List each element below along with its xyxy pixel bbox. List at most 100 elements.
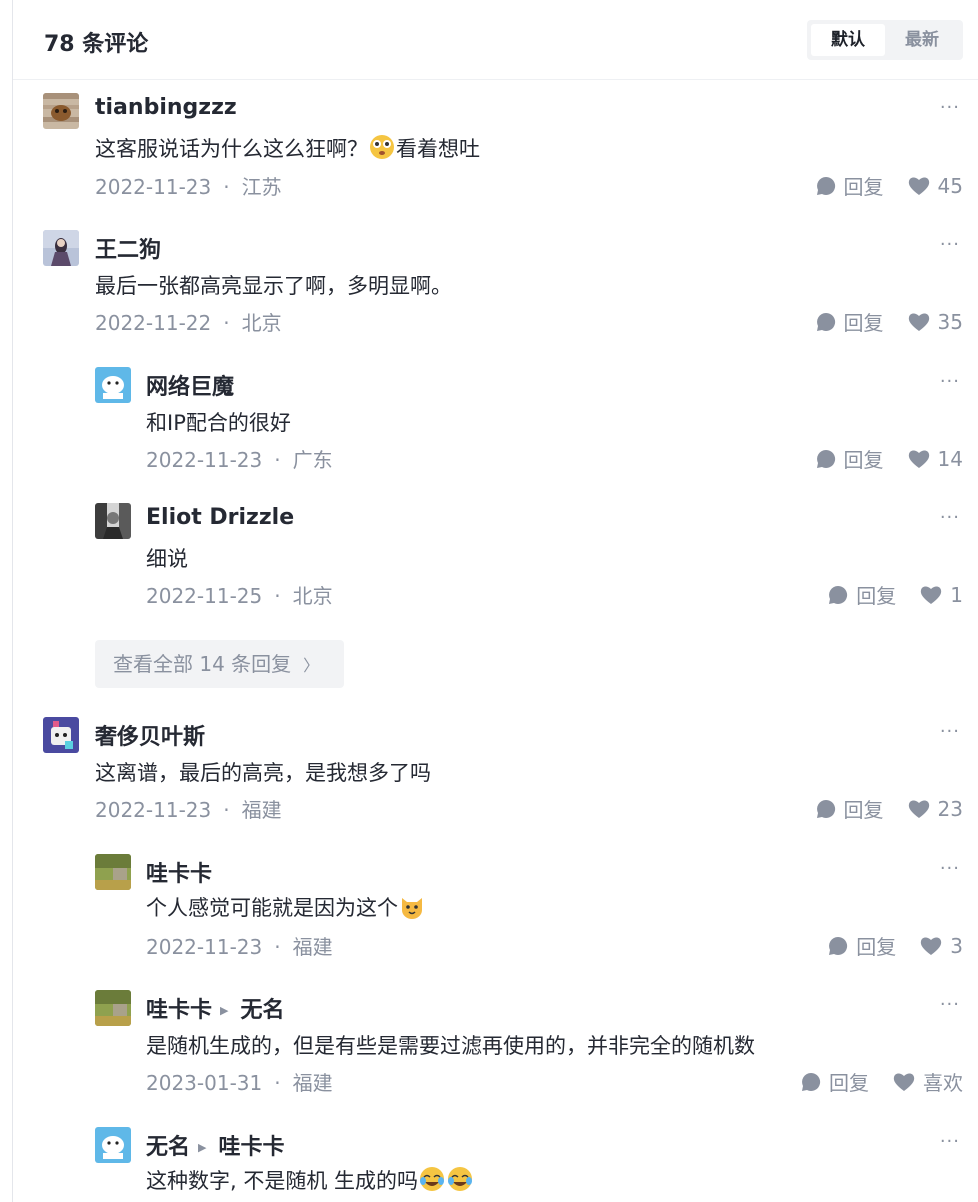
reply-arrow-icon: ▶: [220, 1004, 229, 1017]
comment-actions: 回复 23: [816, 794, 963, 823]
comment-bubble-icon: [816, 449, 835, 468]
avatar[interactable]: [95, 503, 131, 539]
more-dots-icon[interactable]: ···: [940, 1133, 960, 1151]
comment-content: 个人感觉可能就是因为这个: [146, 892, 426, 922]
comment-text: 个人感觉可能就是因为这个: [146, 896, 398, 920]
comment-date: 2022-11-23: [146, 935, 263, 959]
comment-date: 2023-01-31: [146, 1071, 263, 1095]
comment-meta: 2022-11-22 · 北京: [95, 307, 282, 336]
comment-actions: 回复 14: [816, 444, 963, 473]
comment-location: 广东: [292, 448, 333, 472]
comment-author: 哇卡卡 ▶ 无名: [146, 992, 285, 1024]
avatar[interactable]: [95, 1127, 131, 1163]
comment-date: 2022-11-23: [95, 175, 212, 199]
comment-item: tianbingzzz ··· 这客服说话为什么这么狂啊？ 看着想吐 2022-1…: [13, 93, 978, 203]
comment-author[interactable]: Eliot Drizzle: [146, 505, 294, 530]
more-dots-icon[interactable]: ···: [940, 996, 960, 1014]
comment-text-after: 看着想吐: [396, 137, 480, 161]
like-count: 45: [937, 173, 963, 198]
author-name[interactable]: tianbingzzz: [95, 95, 237, 120]
avatar[interactable]: [95, 367, 131, 403]
comment-author: 无名 ▶ 哇卡卡: [146, 1129, 285, 1161]
comment-meta: 2022-11-23 · 福建: [146, 931, 333, 960]
avatar[interactable]: [95, 990, 131, 1026]
comment-meta: 2022-11-23 · 江苏: [95, 171, 282, 200]
comment-content: 这客服说话为什么这么狂啊？ 看着想吐: [95, 133, 480, 163]
comment-bubble-icon: [829, 585, 848, 604]
comment-author[interactable]: 奢侈贝叶斯: [95, 719, 205, 751]
like-button[interactable]: 45: [908, 174, 963, 198]
author-name[interactable]: Eliot Drizzle: [146, 505, 294, 530]
like-button[interactable]: 14: [908, 447, 963, 471]
reply-button[interactable]: 回复: [816, 171, 884, 200]
author-name[interactable]: 无名: [146, 1135, 190, 1160]
comment-content: 这种数字, 不是随机 生成的吗: [146, 1165, 474, 1195]
comment-location: 福建: [292, 1071, 333, 1095]
heart-icon: [921, 936, 942, 955]
comment-meta: 2022-11-23 · 福建: [95, 794, 282, 823]
more-dots-icon[interactable]: ···: [940, 236, 960, 254]
heart-icon: [921, 585, 942, 604]
reply-button[interactable]: 回复: [816, 307, 884, 336]
comment-item: 王二狗 ··· 最后一张都高亮显示了啊，多明显啊。 2022-11-22 · 北京 …: [13, 230, 978, 340]
comment-date: 2022-11-23: [95, 798, 212, 822]
reply-button[interactable]: 回复: [828, 931, 896, 960]
like-button[interactable]: 35: [908, 310, 963, 334]
reply-arrow-icon: ▶: [198, 1141, 207, 1154]
reply-to-name[interactable]: 哇卡卡: [218, 1135, 284, 1160]
comments-panel: 78 条评论 默认 最新 tianbingzzz ··· 这客服说话为什么这么狂…: [12, 0, 978, 1202]
comment-bubble-icon: [816, 176, 835, 195]
reply-item: Eliot Drizzle ··· 细说 2022-11-25 · 北京 回复 1: [13, 503, 978, 613]
comment-text: 这离谱，最后的高亮，是我想多了吗: [95, 761, 431, 785]
reply-to-name[interactable]: 无名: [240, 998, 284, 1023]
view-all-label: 查看全部 14 条回复: [113, 652, 292, 676]
author-name[interactable]: 王二狗: [95, 238, 161, 263]
comment-location: 江苏: [241, 175, 282, 199]
heart-icon: [908, 449, 929, 468]
heart-icon: [908, 799, 929, 818]
separator-dot: ·: [223, 311, 230, 335]
comment-author[interactable]: tianbingzzz: [95, 95, 237, 120]
chevron-right-icon: 〉: [303, 656, 320, 675]
avatar[interactable]: [43, 93, 79, 129]
reply-item: 哇卡卡 ▶ 无名 ··· 是随机生成的，但是有些是需要过滤再使用的，并非完全的随机数…: [13, 990, 978, 1100]
more-dots-icon[interactable]: ···: [940, 509, 960, 527]
separator-dot: ·: [274, 1071, 281, 1095]
reply-button[interactable]: 回复: [816, 444, 884, 473]
avatar[interactable]: [43, 717, 79, 753]
author-name[interactable]: 哇卡卡: [146, 998, 212, 1023]
comment-author[interactable]: 哇卡卡: [146, 856, 212, 888]
sort-latest-button[interactable]: 最新: [885, 24, 959, 56]
comments-header: 78 条评论 默认 最新: [13, 0, 978, 80]
avatar[interactable]: [95, 854, 131, 890]
comment-text: 这客服说话为什么这么狂啊？: [95, 137, 368, 161]
sort-default-button[interactable]: 默认: [811, 24, 885, 56]
like-button[interactable]: 3: [920, 934, 963, 958]
like-button[interactable]: 23: [908, 797, 963, 821]
like-button[interactable]: 1: [920, 583, 963, 607]
more-dots-icon[interactable]: ···: [940, 99, 960, 117]
comment-author[interactable]: 王二狗: [95, 232, 161, 264]
like-button[interactable]: 喜欢: [893, 1067, 963, 1096]
comment-author[interactable]: 网络巨魔: [146, 369, 234, 401]
comment-bubble-icon: [816, 312, 835, 331]
reply-label: 回复: [843, 798, 884, 822]
sort-switch: 默认 最新: [807, 20, 963, 60]
reply-button[interactable]: 回复: [801, 1067, 869, 1096]
author-name[interactable]: 奢侈贝叶斯: [95, 725, 205, 750]
comment-actions: 回复 45: [816, 171, 963, 200]
author-name[interactable]: 哇卡卡: [146, 862, 212, 887]
view-all-replies-button[interactable]: 查看全部 14 条回复〉: [95, 640, 344, 688]
author-name[interactable]: 网络巨魔: [146, 375, 234, 400]
more-dots-icon[interactable]: ···: [940, 373, 960, 391]
like-count: 14: [937, 446, 963, 471]
reply-button[interactable]: 回复: [828, 580, 896, 609]
reply-label: 回复: [843, 311, 884, 335]
more-dots-icon[interactable]: ···: [940, 723, 960, 741]
comment-actions: 回复 喜欢: [801, 1067, 963, 1096]
more-dots-icon[interactable]: ···: [940, 860, 960, 878]
reply-button[interactable]: 回复: [816, 794, 884, 823]
avatar[interactable]: [43, 230, 79, 266]
comment-actions: 回复 3: [828, 931, 963, 960]
comment-text: 是随机生成的，但是有些是需要过滤再使用的，并非完全的随机数: [146, 1034, 755, 1058]
